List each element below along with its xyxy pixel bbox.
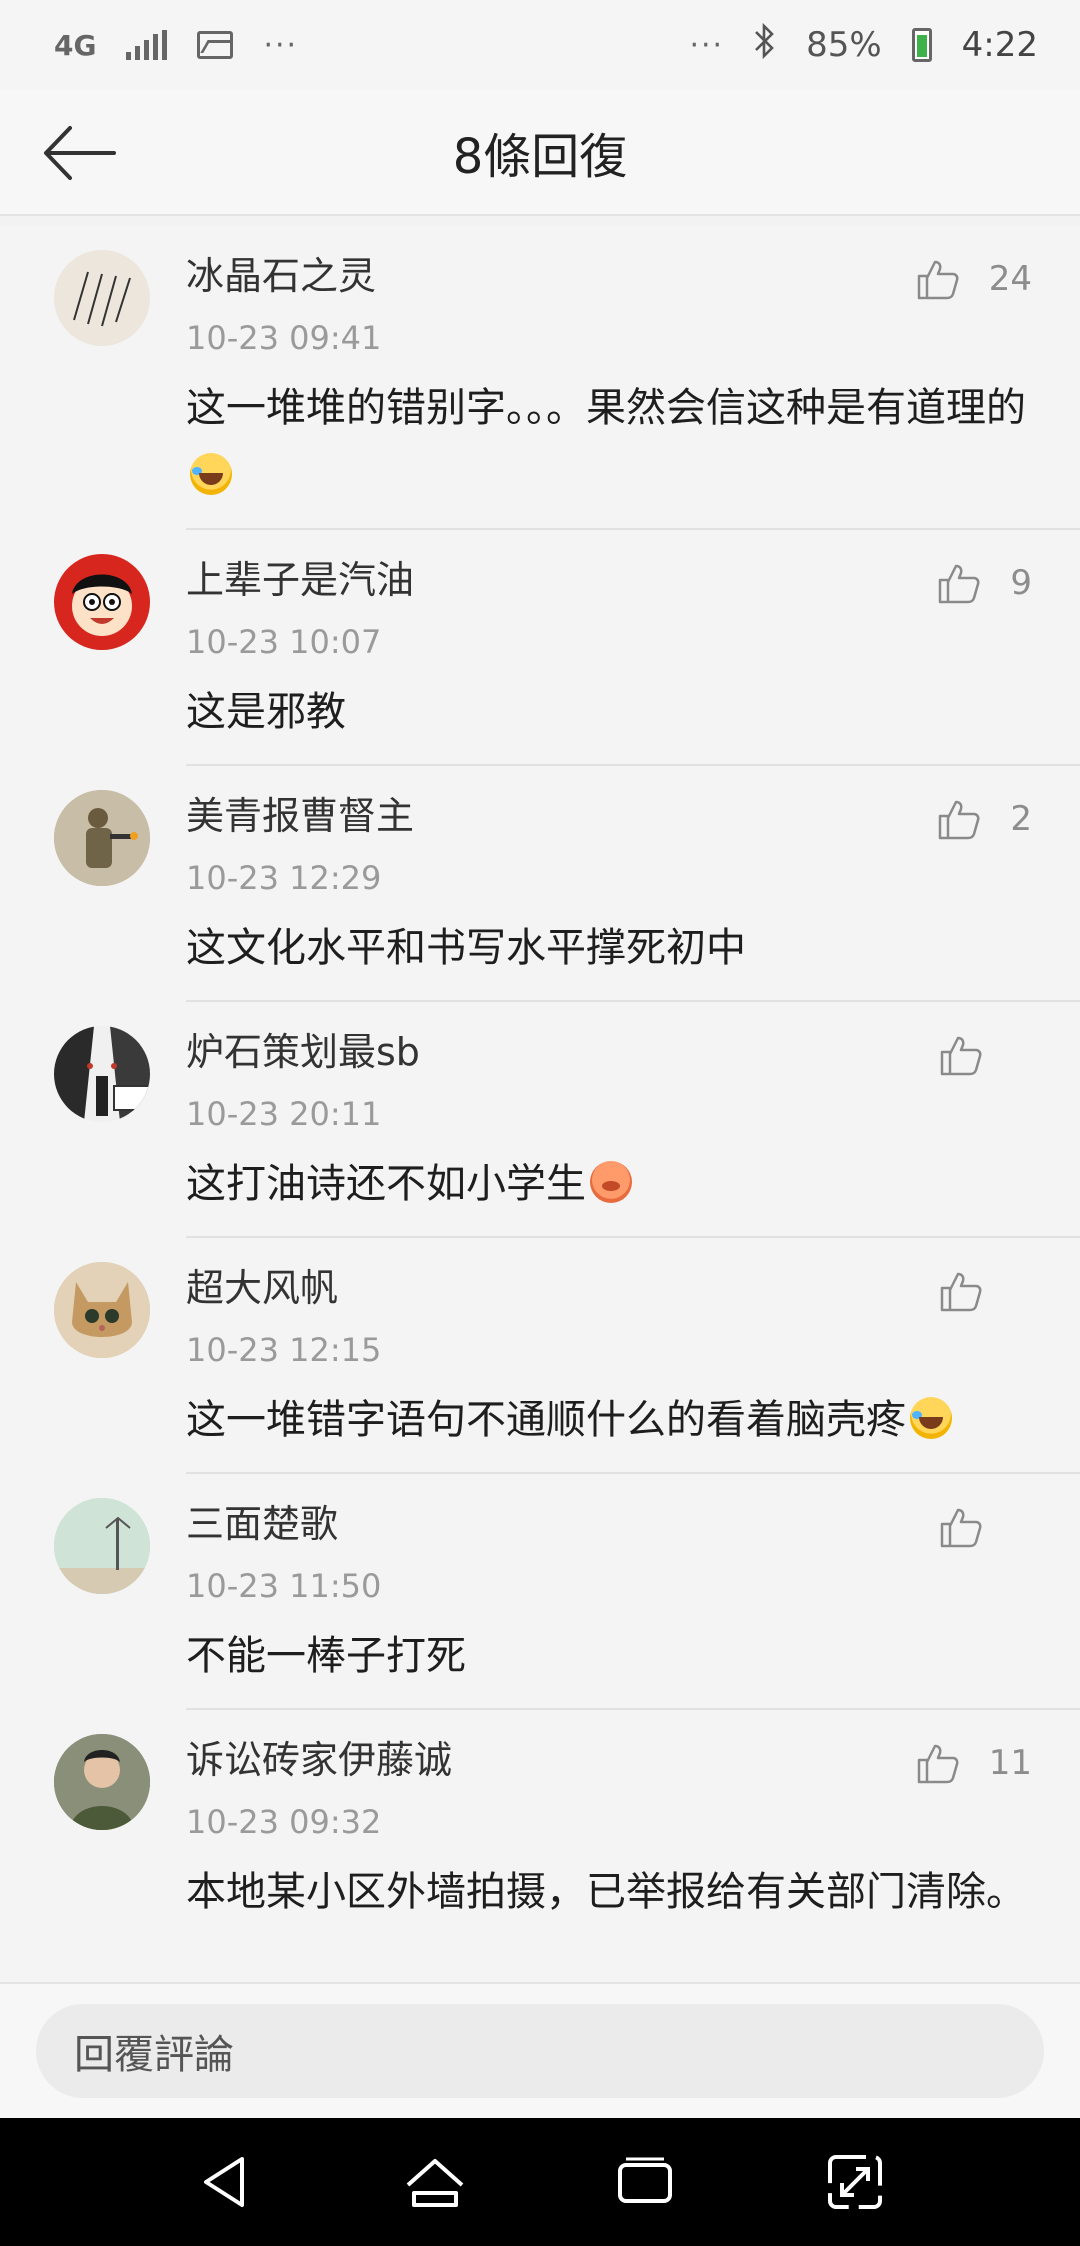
like-button[interactable]: 2 xyxy=(936,796,1032,842)
laughing-emoji-icon xyxy=(910,1397,952,1439)
image-notification-icon xyxy=(197,31,234,59)
avatar[interactable] xyxy=(54,554,150,650)
reply-bar: 回覆評論 xyxy=(0,1982,1080,2118)
status-bar: 4G ··· ··· 85% 4:22 xyxy=(0,0,1080,90)
comment-item: 上辈子是汽油 10-23 10:07 这是邪教 9 xyxy=(0,530,1080,766)
username[interactable]: 诉讼砖家伊藤诚 xyxy=(186,1734,1040,1786)
like-button[interactable] xyxy=(938,1504,1032,1550)
like-button[interactable]: 9 xyxy=(936,560,1032,606)
avatar[interactable] xyxy=(54,790,150,886)
like-button[interactable] xyxy=(938,1268,1032,1314)
like-button[interactable] xyxy=(938,1032,1032,1078)
timestamp: 10-23 10:07 xyxy=(186,623,382,661)
battery-percent: 85% xyxy=(806,25,882,65)
signal-icon xyxy=(126,30,168,60)
timestamp: 10-23 09:41 xyxy=(186,319,382,357)
comment-item: 超大风帆 10-23 12:15 这一堆错字语句不通顺什么的看着脑壳疼 xyxy=(0,1238,1080,1474)
avatar[interactable] xyxy=(54,1498,150,1594)
comment-list[interactable]: 冰晶石之灵 10-23 09:41 这一堆堆的错别字。。。果然会信这种是有道理的… xyxy=(0,226,1080,1982)
comment-item: 三面楚歌 10-23 11:50 不能一棒子打死 xyxy=(0,1474,1080,1710)
battery-icon xyxy=(911,28,932,62)
like-count: 24 xyxy=(988,259,1032,299)
like-count: 11 xyxy=(988,1743,1032,1783)
nav-recents-icon[interactable] xyxy=(610,2147,680,2217)
comment-item: 美青报曹督主 10-23 12:29 这文化水平和书写水平撑死初中 2 xyxy=(0,766,1080,1002)
thumbs-up-icon xyxy=(939,800,980,840)
username[interactable]: 三面楚歌 xyxy=(186,1498,1040,1550)
status-left: 4G ··· xyxy=(54,28,298,63)
timestamp: 10-23 09:32 xyxy=(186,1803,382,1841)
comment-text-content: 这打油诗还不如小学生 xyxy=(186,1161,586,1207)
comment-item: 冰晶石之灵 10-23 09:41 这一堆堆的错别字。。。果然会信这种是有道理的… xyxy=(0,226,1080,530)
like-button[interactable]: 24 xyxy=(915,256,1032,302)
comment-item: 炉石策划最sb 10-23 20:11 这打油诗还不如小学生 xyxy=(0,1002,1080,1238)
avatar[interactable] xyxy=(54,1262,150,1358)
thumbs-up-icon xyxy=(939,564,980,604)
comment-text: 这文化水平和书写水平撑死初中 xyxy=(186,925,746,971)
network-type: 4G xyxy=(54,28,97,62)
timestamp: 10-23 12:15 xyxy=(186,1331,382,1369)
header: 8條回復 xyxy=(0,90,1080,216)
back-arrow-icon xyxy=(44,126,116,180)
thumbs-up-icon xyxy=(940,1036,982,1076)
comment-text-content: 这一堆错字语句不通顺什么的看着脑壳疼 xyxy=(186,1397,906,1443)
navigation-bar xyxy=(0,2118,1080,2246)
avatar[interactable] xyxy=(54,1734,150,1830)
like-count: 9 xyxy=(1010,563,1032,603)
username[interactable]: 超大风帆 xyxy=(186,1262,1040,1314)
timestamp: 10-23 20:11 xyxy=(186,1095,382,1133)
nav-back-icon[interactable] xyxy=(190,2147,260,2217)
username[interactable]: 上辈子是汽油 xyxy=(186,554,1040,606)
username[interactable]: 炉石策划最sb xyxy=(186,1026,1040,1078)
bluetooth-icon xyxy=(754,22,776,68)
timestamp: 10-23 12:29 xyxy=(186,859,382,897)
comment-text: 这是邪教 xyxy=(186,689,346,735)
page-title: 8條回復 xyxy=(452,129,628,185)
status-right: ··· 85% 4:22 xyxy=(689,22,1038,68)
like-button[interactable]: 11 xyxy=(915,1740,1032,1786)
comment-text: 本地某小区外墙拍摄，已举报给有关部门清除。 xyxy=(186,1869,1026,1915)
nav-home-icon[interactable] xyxy=(400,2147,470,2217)
thumbs-up-icon xyxy=(940,1272,982,1312)
comment-item: 诉讼砖家伊藤诚 10-23 09:32 本地某小区外墙拍摄，已举报给有关部门清除… xyxy=(0,1710,1080,1944)
username[interactable]: 美青报曹督主 xyxy=(186,790,1040,842)
thumbs-up-icon xyxy=(940,1508,982,1548)
thumbs-up-icon xyxy=(917,260,959,300)
back-button[interactable] xyxy=(40,118,120,188)
comment-text: 这一堆错字语句不通顺什么的看着脑壳疼 xyxy=(186,1386,1040,1472)
clock: 4:22 xyxy=(961,25,1038,65)
laughing-emoji-icon xyxy=(190,453,232,495)
pig-emoji-icon xyxy=(590,1161,632,1203)
reply-input[interactable]: 回覆評論 xyxy=(36,2004,1044,2098)
avatar[interactable] xyxy=(54,250,150,346)
comment-text: 这打油诗还不如小学生 xyxy=(186,1150,1040,1236)
comment-text: 这一堆堆的错别字。。。果然会信这种是有道理的 xyxy=(186,374,1040,528)
nav-expand-icon[interactable] xyxy=(820,2147,890,2217)
more-notifications-icon: ··· xyxy=(263,27,299,63)
timestamp: 10-23 11:50 xyxy=(186,1567,382,1605)
comment-text: 不能一棒子打死 xyxy=(186,1633,466,1679)
thumbs-up-icon xyxy=(917,1744,959,1784)
like-count: 2 xyxy=(1010,799,1032,839)
username[interactable]: 冰晶石之灵 xyxy=(186,250,1040,302)
comment-text-content: 这一堆堆的错别字。。。果然会信这种是有道理的 xyxy=(186,385,1026,431)
more-status-icon: ··· xyxy=(689,27,725,63)
avatar[interactable] xyxy=(54,1026,150,1122)
